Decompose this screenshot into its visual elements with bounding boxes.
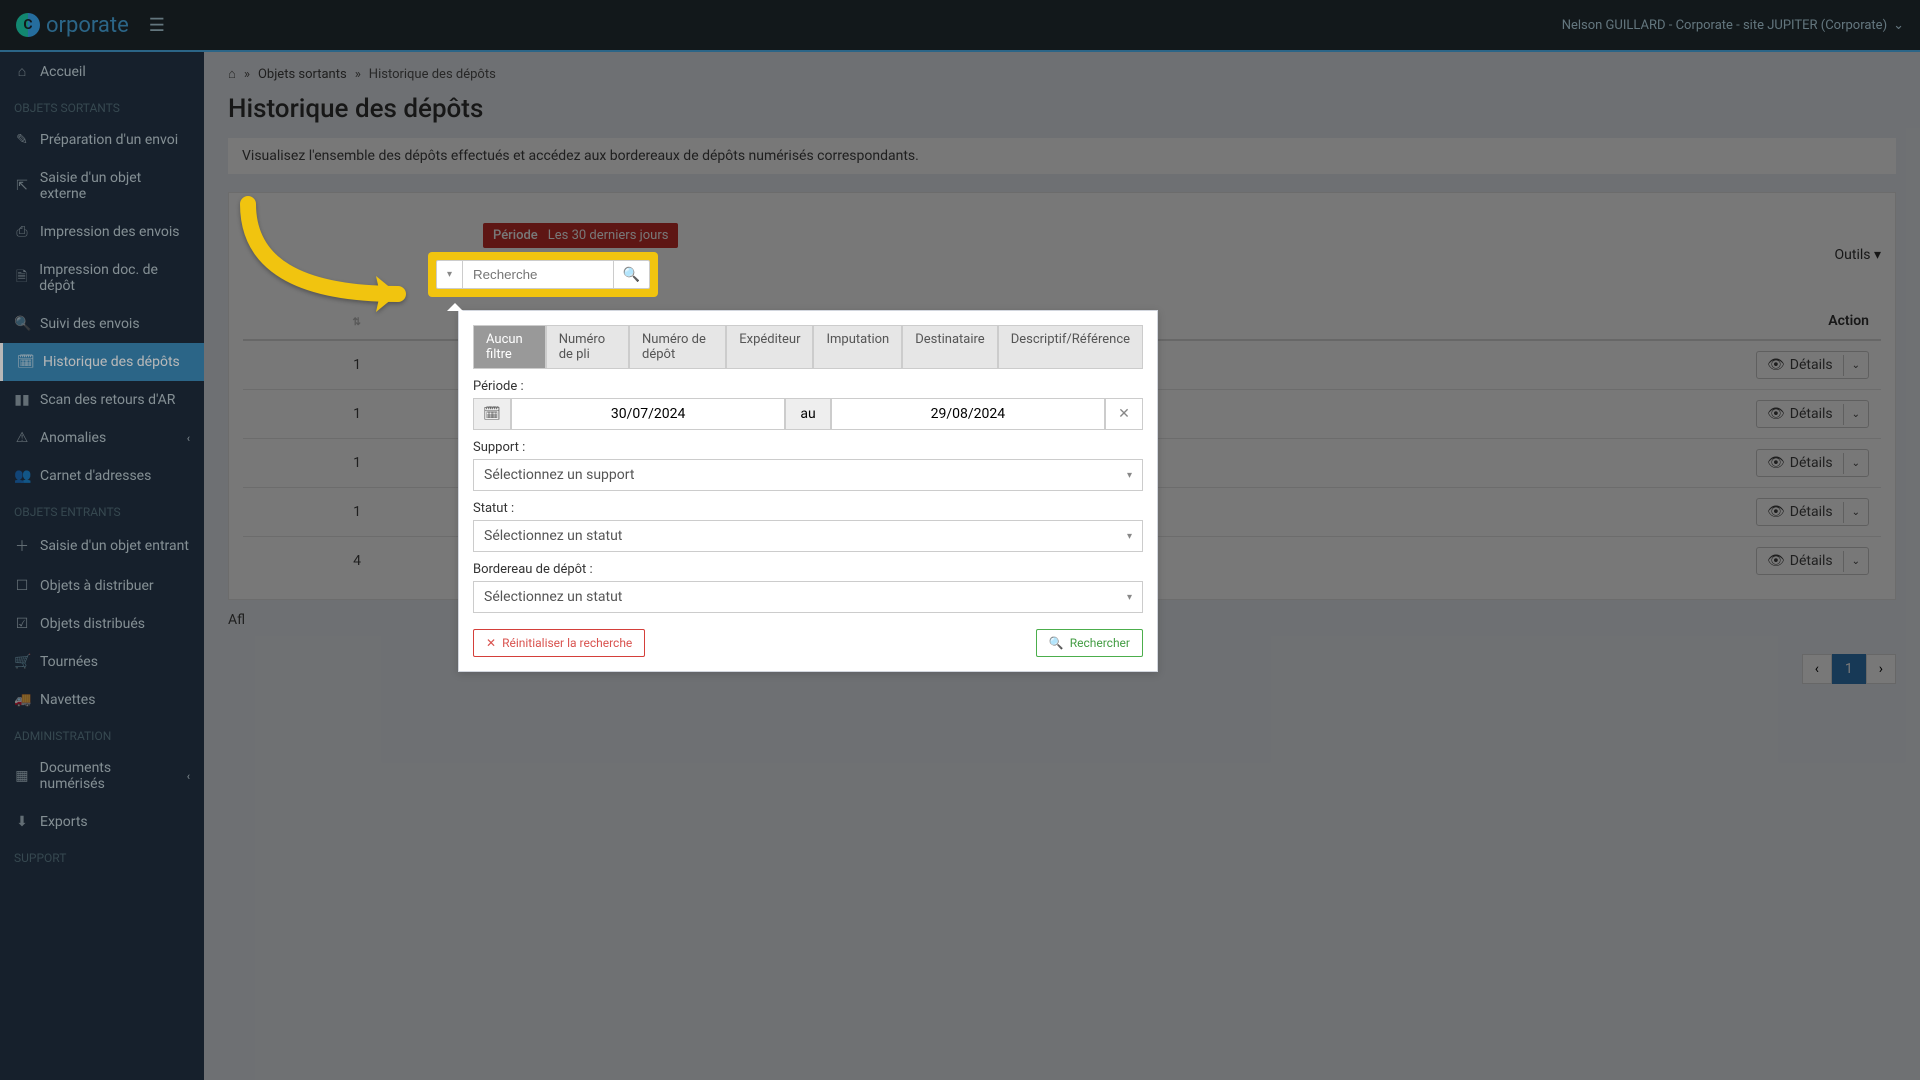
check-icon: ☑: [14, 616, 30, 632]
sidebar-item-scan[interactable]: ▮▮Scan des retours d'AR: [0, 381, 204, 419]
chevron-left-icon: ‹: [187, 770, 190, 783]
sidebar-group-admin: ADMINISTRATION: [0, 719, 204, 749]
search-icon: 🔍: [623, 267, 640, 283]
tab-imputation[interactable]: Imputation: [813, 325, 902, 369]
sidebar-item-saisie-externe[interactable]: ⇱Saisie d'un objet externe: [0, 159, 204, 213]
search-icon: 🔍: [1049, 636, 1064, 650]
search-button[interactable]: 🔍: [613, 261, 649, 288]
home-icon: ⌂: [14, 63, 30, 80]
tab-descriptif[interactable]: Descriptif/Référence: [998, 325, 1143, 369]
tab-destinataire[interactable]: Destinataire: [902, 325, 997, 369]
date-clear[interactable]: ✕: [1105, 398, 1143, 430]
do-search-button[interactable]: 🔍Rechercher: [1036, 629, 1143, 657]
support-select[interactable]: Sélectionnez un support▾: [473, 459, 1143, 491]
sidebar-item-docs-numerises[interactable]: ▦Documents numérisés‹: [0, 749, 204, 803]
truck-icon: 🚚: [14, 692, 30, 708]
chevron-left-icon: ‹: [187, 432, 190, 445]
doc-icon: 🗎: [14, 266, 29, 290]
caret-down-icon: ▾: [1127, 592, 1132, 603]
cart-icon: 🛒: [14, 654, 30, 670]
sidebar-item-distribuer[interactable]: ☐Objets à distribuer: [0, 567, 204, 605]
topbar: C orporate ☰ Nelson GUILLARD - Corporate…: [0, 0, 1920, 52]
search-group: ▾ 🔍: [436, 260, 650, 289]
caret-down-icon: ▾: [1127, 531, 1132, 542]
bordereau-label: Bordereau de dépôt :: [473, 562, 1143, 577]
addressbook-icon: 👥: [14, 468, 30, 484]
close-icon: ✕: [486, 636, 496, 650]
tab-expediteur[interactable]: Expéditeur: [726, 325, 813, 369]
date-from[interactable]: 30/07/2024: [511, 398, 785, 430]
sidebar-item-exports[interactable]: ⬇Exports: [0, 803, 204, 841]
search-filter-dropdown[interactable]: ▾: [437, 261, 463, 288]
pencil-icon: ✎: [14, 132, 30, 148]
brand-icon: C: [16, 13, 40, 37]
sidebar-item-distribues[interactable]: ☑Objets distribués: [0, 605, 204, 643]
sidebar-item-impression-envois[interactable]: ⎙Impression des envois: [0, 213, 204, 251]
plus-icon: ＋: [14, 536, 30, 556]
date-to[interactable]: 29/08/2024: [831, 398, 1105, 430]
barcode-icon: ▮▮: [14, 392, 30, 408]
search-icon: 🔍: [14, 316, 30, 332]
square-icon: ☐: [14, 578, 30, 594]
sidebar-item-preparation[interactable]: ✎Préparation d'un envoi: [0, 121, 204, 159]
print-icon: ⎙: [14, 224, 30, 240]
search-highlight: ▾ 🔍: [428, 252, 658, 297]
external-icon: ⇱: [14, 178, 30, 194]
sidebar-item-historique[interactable]: 🗓Historique des dépôts: [0, 343, 204, 381]
sidebar-item-suivi[interactable]: 🔍Suivi des envois: [0, 305, 204, 343]
sidebar-item-anomalies[interactable]: ⚠Anomalies‹: [0, 419, 204, 457]
grid-icon: ▦: [14, 768, 30, 784]
sidebar-group-entrants: OBJETS ENTRANTS: [0, 495, 204, 525]
calendar-icon: 🗓: [17, 354, 33, 370]
download-icon: ⬇: [14, 814, 30, 830]
sidebar-item-saisie-entrant[interactable]: ＋Saisie d'un objet entrant: [0, 525, 204, 567]
brand-text: orporate: [46, 13, 129, 38]
date-range: 🗓 30/07/2024 au 29/08/2024 ✕: [473, 398, 1143, 430]
tab-aucun-filtre[interactable]: Aucun filtre: [473, 325, 546, 369]
tab-numero-pli[interactable]: Numéro de pli: [546, 325, 629, 369]
sidebar-item-navettes[interactable]: 🚚Navettes: [0, 681, 204, 719]
sidebar: ⌂Accueil OBJETS SORTANTS ✎Préparation d'…: [0, 52, 204, 1080]
search-input[interactable]: [463, 261, 613, 288]
filter-panel: Aucun filtre Numéro de pli Numéro de dép…: [458, 310, 1158, 672]
date-sep: au: [785, 398, 830, 430]
user-menu[interactable]: Nelson GUILLARD - Corporate - site JUPIT…: [1562, 18, 1904, 33]
filter-tabs: Aucun filtre Numéro de pli Numéro de dép…: [473, 325, 1143, 369]
statut-select[interactable]: Sélectionnez un statut▾: [473, 520, 1143, 552]
sidebar-item-carnet[interactable]: 👥Carnet d'adresses: [0, 457, 204, 495]
brand-logo[interactable]: C orporate ☰: [16, 13, 165, 38]
hamburger-icon[interactable]: ☰: [149, 15, 165, 36]
sidebar-item-impression-doc[interactable]: 🗎Impression doc. de dépôt: [0, 251, 204, 305]
statut-label: Statut :: [473, 501, 1143, 516]
sidebar-item-accueil[interactable]: ⌂Accueil: [0, 52, 204, 91]
sidebar-item-tournees[interactable]: 🛒Tournées: [0, 643, 204, 681]
chevron-down-icon: ⌄: [1893, 18, 1904, 33]
sidebar-group-sortants: OBJETS SORTANTS: [0, 91, 204, 121]
calendar-icon[interactable]: 🗓: [473, 398, 511, 430]
warning-icon: ⚠: [14, 430, 30, 446]
main-content: ⌂ » Objets sortants » Historique des dép…: [204, 52, 1920, 1080]
reset-search-button[interactable]: ✕Réinitialiser la recherche: [473, 629, 645, 657]
tab-numero-depot[interactable]: Numéro de dépôt: [629, 325, 726, 369]
caret-down-icon: ▾: [1127, 470, 1132, 481]
support-label: Support :: [473, 440, 1143, 455]
periode-label: Période :: [473, 379, 1143, 394]
bordereau-select[interactable]: Sélectionnez un statut▾: [473, 581, 1143, 613]
annotation-arrow: [228, 184, 428, 338]
sidebar-group-support: SUPPORT: [0, 841, 204, 871]
